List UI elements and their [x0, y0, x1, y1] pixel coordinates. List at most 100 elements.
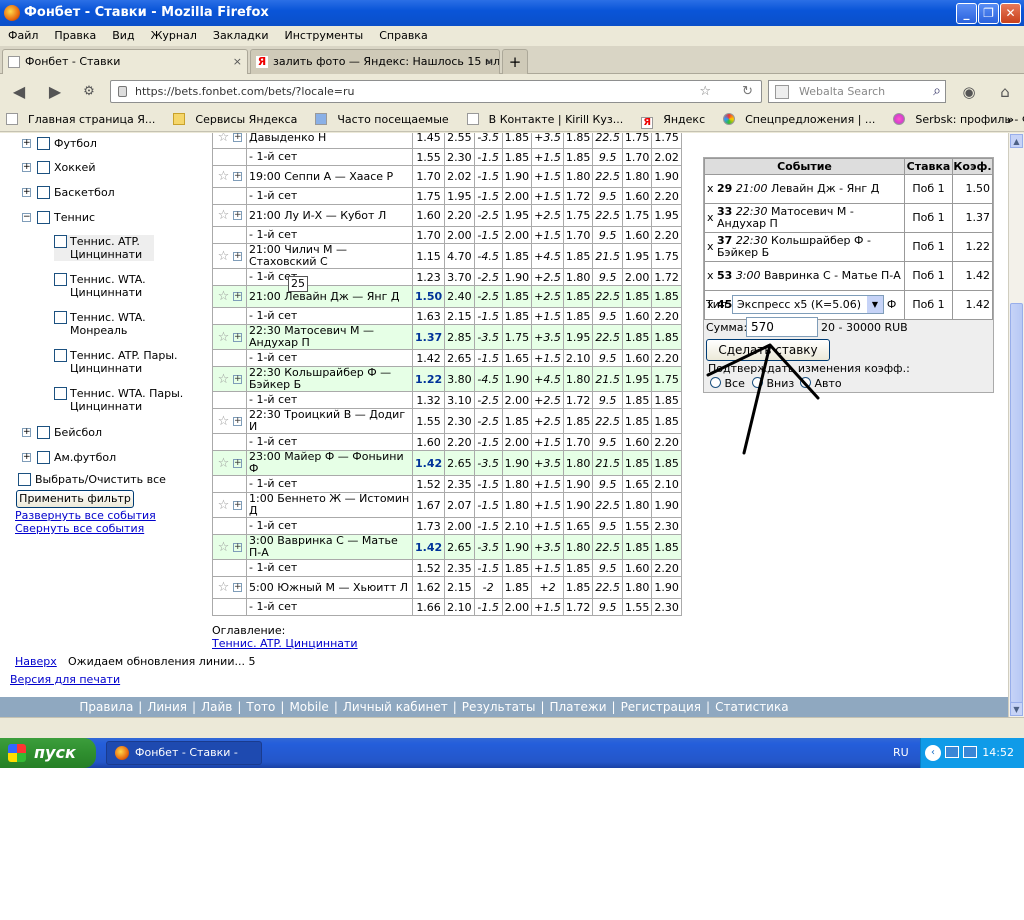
star-icon[interactable]: ☆: [217, 373, 230, 386]
odds-cell[interactable]: 1.60: [411, 433, 446, 451]
odds-cell[interactable]: 22.5: [592, 576, 623, 599]
odds-cell[interactable]: 2.00: [621, 268, 653, 286]
expand-icon[interactable]: +: [233, 211, 242, 221]
odds-cell[interactable]: 2.00: [501, 433, 533, 451]
apply-filter-button[interactable]: Применить фильтр: [16, 490, 134, 508]
odds-cell[interactable]: 22.5: [592, 133, 623, 149]
odds-cell[interactable]: 1.85: [651, 408, 682, 434]
odds-cell[interactable]: 1.55: [411, 408, 446, 434]
odds-cell[interactable]: 21.5: [592, 366, 623, 392]
odds-cell[interactable]: 1.85: [501, 559, 533, 577]
odds-cell[interactable]: 2.15: [444, 576, 475, 599]
odds-cell[interactable]: 1.66: [411, 598, 446, 616]
odds-cell[interactable]: -3.5: [473, 534, 503, 560]
odds-cell[interactable]: 1.70: [411, 165, 446, 188]
odds-cell[interactable]: -1.5: [473, 598, 503, 616]
star-icon[interactable]: ☆: [217, 209, 230, 222]
odds-cell[interactable]: 1.85: [501, 307, 533, 325]
odds-cell[interactable]: +1.5: [531, 433, 564, 451]
checkbox[interactable]: [37, 211, 50, 224]
vertical-scrollbar[interactable]: ▲ ▼: [1008, 133, 1024, 717]
odds-cell[interactable]: 1.95: [621, 366, 653, 392]
odds-cell[interactable]: 2.20: [444, 433, 475, 451]
odds-cell[interactable]: 9.5: [592, 475, 623, 493]
odds-cell[interactable]: 1.70: [562, 226, 594, 244]
odds-cell[interactable]: 1.85: [562, 243, 594, 269]
footer-link[interactable]: Линия: [147, 700, 187, 714]
tree-item-basketball[interactable]: + Баскетбол: [22, 186, 115, 199]
expand-icon[interactable]: +: [233, 172, 242, 182]
back-icon[interactable]: ◀: [8, 81, 30, 103]
menu-file[interactable]: Файл: [8, 29, 38, 42]
odds-cell[interactable]: 1.72: [651, 268, 682, 286]
odds-cell[interactable]: 2.40: [444, 285, 475, 308]
odds-cell[interactable]: 22.5: [592, 408, 623, 434]
footer-link[interactable]: Mobile: [289, 700, 328, 714]
menu-bookmarks[interactable]: Закладки: [213, 29, 269, 42]
odds-cell[interactable]: 2.35: [444, 559, 475, 577]
odds-cell[interactable]: -1.5: [473, 517, 503, 535]
close-tab-icon[interactable]: ×: [485, 50, 494, 74]
odds-cell[interactable]: +2.5: [531, 285, 564, 308]
odds-cell[interactable]: +3.5: [531, 450, 564, 476]
odds-cell[interactable]: 1.80: [562, 534, 594, 560]
checkbox[interactable]: [54, 349, 67, 362]
odds-cell[interactable]: 1.70: [621, 148, 653, 166]
odds-cell[interactable]: 1.75: [651, 243, 682, 269]
star-icon[interactable]: ☆: [217, 415, 230, 428]
odds-cell[interactable]: 2.00: [501, 391, 533, 409]
odds-cell[interactable]: 2.10: [651, 475, 682, 493]
start-button[interactable]: пуск: [0, 738, 96, 768]
odds-cell[interactable]: 1.75: [562, 204, 594, 227]
odds-cell[interactable]: +2.5: [531, 204, 564, 227]
odds-cell[interactable]: 22.5: [592, 285, 623, 308]
tree-item-hockey[interactable]: + Хоккей: [22, 161, 95, 174]
scroll-down-icon[interactable]: ▼: [1010, 702, 1023, 716]
odds-cell[interactable]: -4.5: [473, 243, 503, 269]
odds-cell[interactable]: 1.95: [651, 204, 682, 227]
toc-link[interactable]: Теннис. ATP. Цинциннати: [212, 637, 358, 650]
footer-link[interactable]: Правила: [79, 700, 133, 714]
odds-cell[interactable]: 2.00: [501, 598, 533, 616]
odds-cell[interactable]: 1.85: [562, 408, 594, 434]
odds-cell[interactable]: 1.90: [562, 492, 594, 518]
odds-cell[interactable]: 1.85: [501, 243, 533, 269]
odds-cell[interactable]: 2.30: [444, 408, 475, 434]
odds-cell[interactable]: 21.5: [592, 450, 623, 476]
odds-cell[interactable]: 1.90: [501, 366, 533, 392]
tree-item-atp-cincinnati[interactable]: Теннис. ATP. Цинциннати: [54, 235, 154, 261]
odds-cell[interactable]: 1.80: [501, 475, 533, 493]
checkbox[interactable]: [37, 186, 50, 199]
odds-cell[interactable]: 2.20: [651, 226, 682, 244]
odds-cell[interactable]: -2.5: [473, 391, 503, 409]
odds-cell[interactable]: +1.5: [531, 187, 564, 205]
odds-cell[interactable]: 1.72: [562, 187, 594, 205]
odds-cell[interactable]: -1.5: [473, 433, 503, 451]
expand-all-link[interactable]: Развернуть все события: [15, 509, 156, 522]
odds-cell[interactable]: 1.80: [501, 492, 533, 518]
odds-cell[interactable]: 3.10: [444, 391, 475, 409]
expand-icon[interactable]: +: [233, 251, 242, 261]
odds-cell[interactable]: +2.5: [531, 268, 564, 286]
star-icon[interactable]: ☆: [217, 290, 230, 303]
odds-cell[interactable]: -2.5: [473, 268, 503, 286]
tree-item-amfootball[interactable]: + Ам.футбол: [22, 451, 116, 464]
menu-history[interactable]: Журнал: [151, 29, 197, 42]
star-icon[interactable]: ☆: [217, 457, 230, 470]
tree-item-atp-doubles[interactable]: Теннис. ATP. Пары. Цинциннати: [54, 349, 189, 375]
home-icon[interactable]: ⌂: [994, 81, 1016, 103]
odds-cell[interactable]: 1.85: [651, 285, 682, 308]
bookmark-item[interactable]: Часто посещаемые: [315, 113, 454, 126]
odds-cell[interactable]: +1.5: [531, 492, 564, 518]
bookmark-item[interactable]: В Контакте | Kirill Куз...: [466, 113, 630, 126]
remove-bet-icon[interactable]: x: [707, 270, 714, 282]
checkbox[interactable]: [54, 273, 67, 286]
odds-cell[interactable]: -4.5: [473, 366, 503, 392]
odds-cell[interactable]: 1.90: [501, 450, 533, 476]
odds-cell[interactable]: -1.5: [473, 475, 503, 493]
odds-cell[interactable]: 1.85: [621, 534, 653, 560]
odds-cell[interactable]: 9.5: [592, 598, 623, 616]
odds-cell[interactable]: 2.85: [444, 324, 475, 350]
odds-cell[interactable]: 1.95: [501, 204, 533, 227]
tray-expand-icon[interactable]: ‹: [925, 745, 941, 761]
